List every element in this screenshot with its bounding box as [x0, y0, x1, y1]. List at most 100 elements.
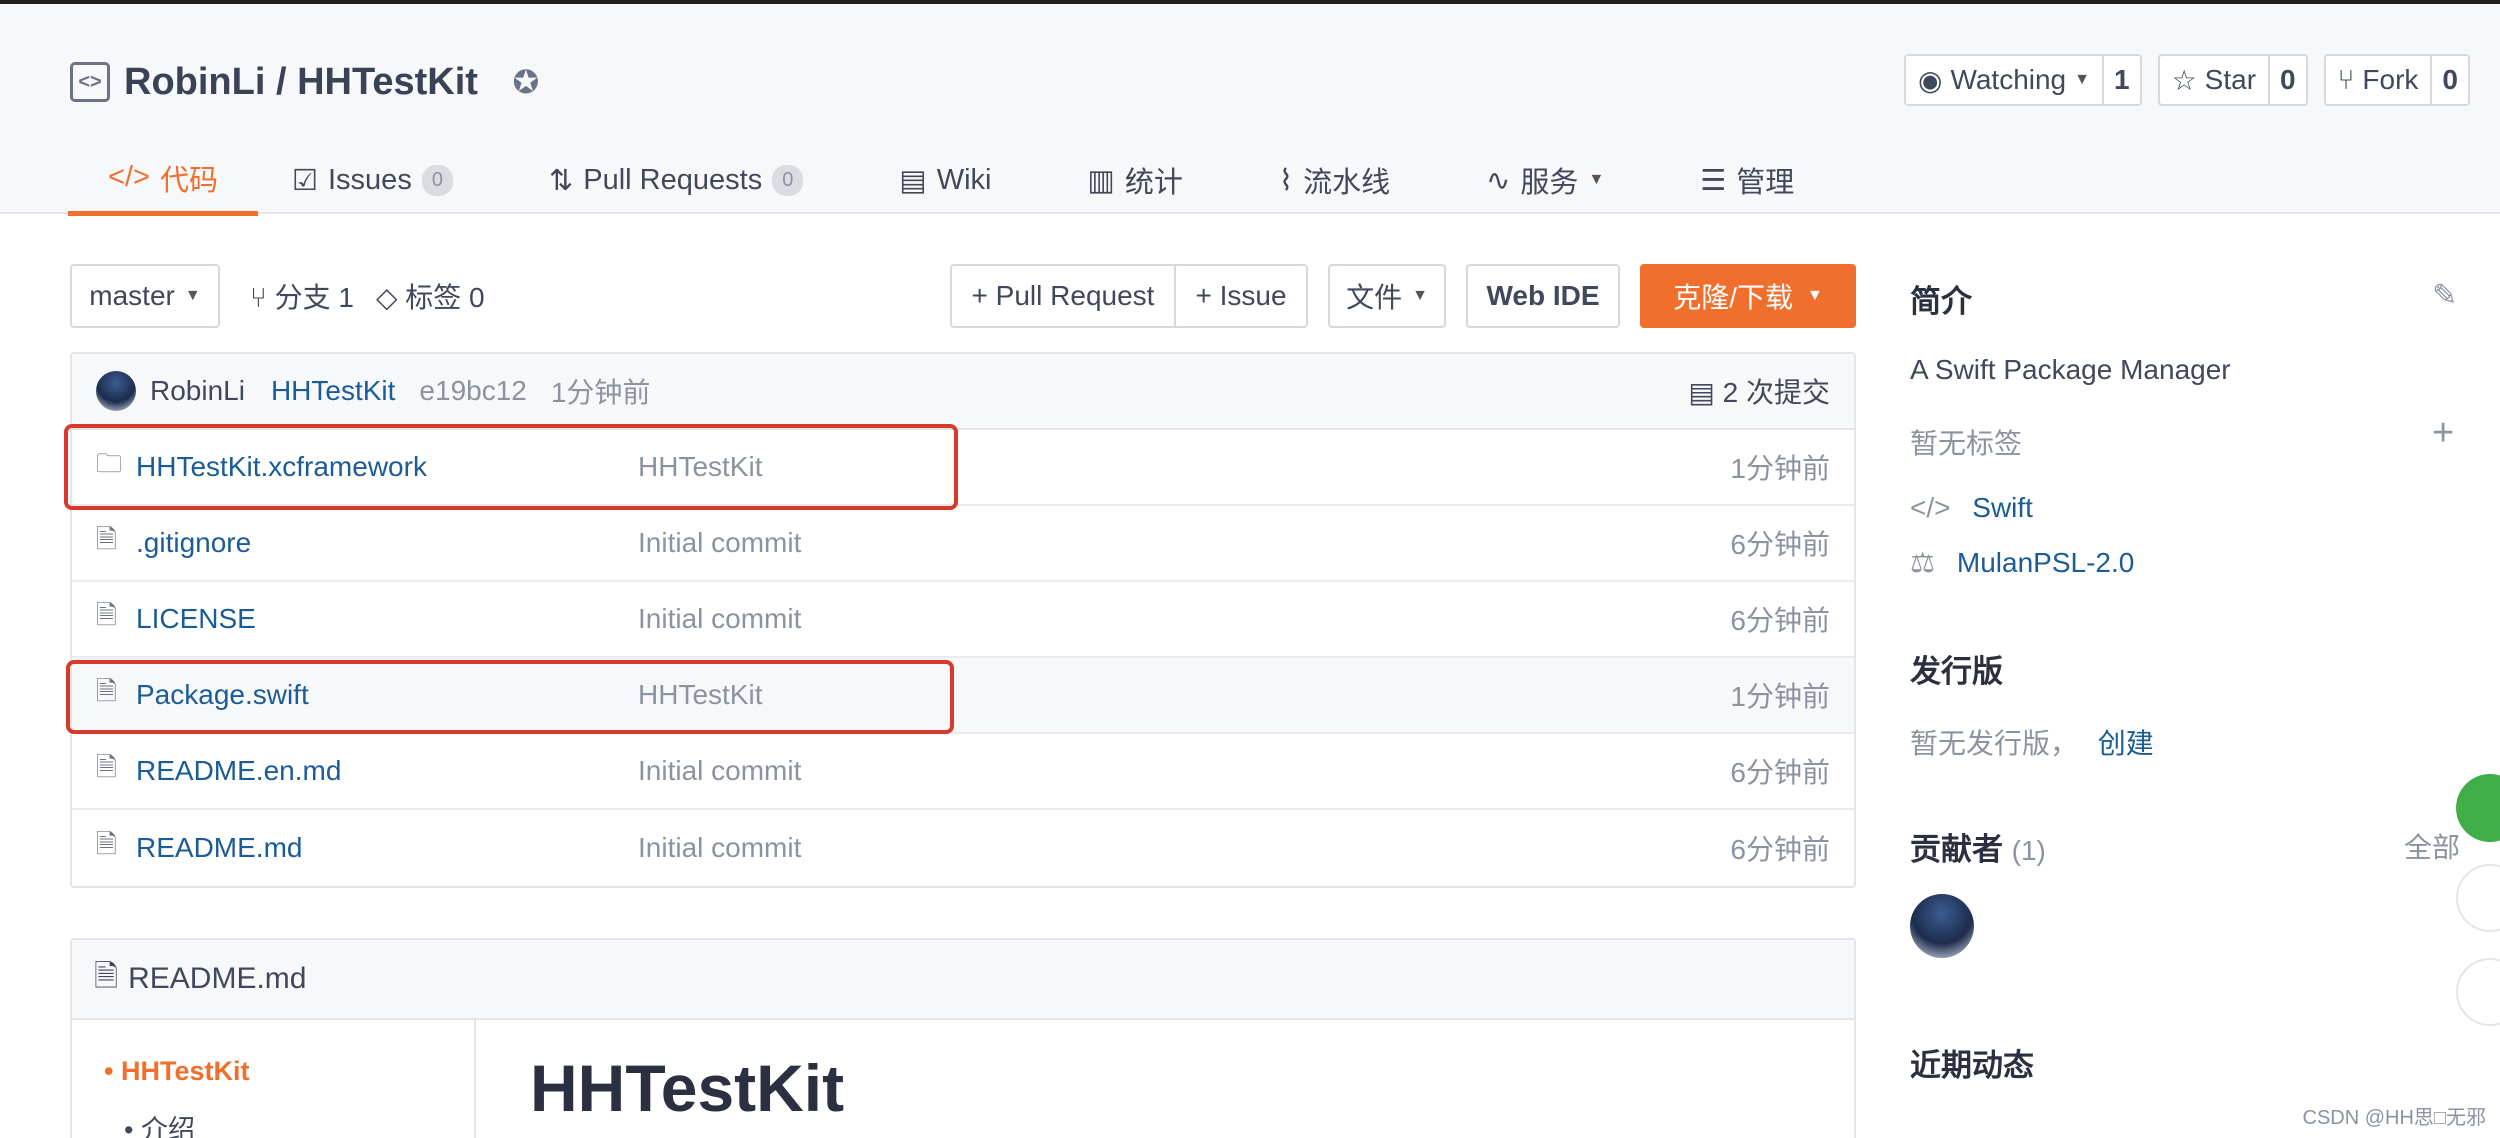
branch-toolbar: master ▼ ⑂ 分支 1 ◇ 标签 0 + Pull Request + I…	[70, 262, 1856, 328]
file-menu-label: 文件	[1346, 282, 1403, 313]
watch-button[interactable]: ◉ Watching ▼ 1	[1904, 54, 2142, 106]
highlight-annotation	[66, 660, 954, 734]
license-link: MulanPSL-2.0	[1956, 547, 2135, 578]
file-time: 6分钟前	[1730, 529, 1830, 560]
tab-pull-requests[interactable]: ⇅ Pull Requests 0	[548, 144, 804, 216]
watch-label: Watching	[1950, 64, 2067, 95]
pipeline-icon: ⌇	[1278, 164, 1294, 197]
edit-icon[interactable]: ✎	[2432, 278, 2457, 313]
issues-icon: ☑	[292, 164, 318, 197]
create-release-link[interactable]: 创建	[2098, 728, 2154, 759]
file-name-link[interactable]: README.md	[136, 832, 302, 864]
commit-message-link[interactable]: HHTestKit	[271, 375, 395, 407]
tab-services[interactable]: ∿ 服务 ▼	[1486, 144, 1604, 216]
latest-commit-bar: RobinLi HHTestKit e19bc12 1分钟前 ▤ 2 次提交	[72, 354, 1854, 430]
file-name-link[interactable]: LICENSE	[136, 603, 256, 635]
toc-item-active[interactable]: • HHTestKit	[104, 1056, 249, 1087]
file-icon: 🗎	[96, 524, 117, 554]
file-menu-button[interactable]: 文件 ▼	[1328, 264, 1446, 328]
all-contributors-link[interactable]: 全部	[2404, 826, 2460, 866]
floating-link-button[interactable]	[2456, 958, 2500, 1026]
repo-name-link[interactable]: HHTestKit	[297, 61, 478, 104]
tab-manage[interactable]: ☰ 管理	[1700, 144, 1794, 216]
fork-count[interactable]: 0	[2430, 56, 2468, 104]
branch-count: 分支 1	[274, 282, 354, 313]
license-item[interactable]: ⚖ MulanPSL-2.0	[1910, 546, 2134, 579]
file-name-link[interactable]: README.en.md	[136, 755, 341, 787]
star-label: Star	[2204, 64, 2257, 95]
readme-header: 🗎 README.md	[72, 940, 1854, 1020]
file-row[interactable]: 🗎 .gitignore Initial commit 6分钟前	[72, 506, 1854, 582]
file-time: 1分钟前	[1730, 681, 1830, 712]
avatar[interactable]	[96, 371, 136, 411]
commit-author[interactable]: RobinLi	[150, 375, 245, 407]
contributors-title: 贡献者 (1)	[1910, 824, 2046, 869]
toc-label: HHTestKit	[120, 1056, 250, 1086]
branch-selector[interactable]: master ▼	[70, 264, 220, 328]
repository-icon: <>	[70, 62, 110, 102]
tab-issues[interactable]: ☑ Issues 0	[292, 144, 453, 216]
chevron-down-icon: ▼	[1412, 287, 1428, 304]
file-row[interactable]: 🗎 LICENSE Initial commit 6分钟前	[72, 582, 1854, 658]
web-ide-button[interactable]: Web IDE	[1466, 264, 1620, 328]
file-icon: 🗎	[96, 752, 117, 782]
toc-item[interactable]: • 介绍	[124, 1108, 195, 1138]
watch-count[interactable]: 1	[2101, 56, 2140, 104]
tag-count: 标签 0	[405, 282, 485, 313]
file-commit-message[interactable]: Initial commit	[638, 832, 801, 864]
star-button[interactable]: ☆ Star 0	[2157, 54, 2308, 106]
repo-owner-link[interactable]: RobinLi	[124, 61, 265, 104]
floating-document-button[interactable]	[2456, 864, 2500, 932]
commit-count-link[interactable]: ▤ 2 次提交	[1688, 371, 1830, 411]
file-icon: 🗎	[96, 829, 117, 859]
tab-wiki[interactable]: ▤ Wiki	[899, 144, 991, 216]
clone-label: 克隆/下载	[1673, 282, 1793, 313]
intro-title: 简介	[1910, 284, 1972, 319]
scale-icon: ⚖	[1910, 547, 1936, 578]
tags-link[interactable]: ◇ 标签 0	[376, 276, 485, 316]
file-icon: 🗎	[94, 959, 119, 993]
new-issue-button[interactable]: + Issue	[1174, 264, 1308, 328]
tab-code[interactable]: </> 代码	[68, 144, 258, 216]
branches-link[interactable]: ⑂ 分支 1	[250, 276, 354, 316]
tag-icon: ◇	[375, 282, 406, 313]
clone-download-button[interactable]: 克隆/下载 ▼	[1640, 264, 1856, 328]
language-item[interactable]: </> Swift	[1910, 492, 2033, 524]
tab-pipeline[interactable]: ⌇ 流水线	[1279, 144, 1390, 216]
file-commit-message[interactable]: Initial commit	[638, 527, 801, 559]
file-name-link[interactable]: .gitignore	[136, 527, 251, 559]
file-icon: 🗎	[96, 600, 117, 630]
repo-separator: /	[265, 60, 298, 103]
new-pull-request-button[interactable]: + Pull Request	[950, 264, 1176, 328]
fork-button[interactable]: ⑂ Fork 0	[2323, 54, 2470, 106]
tab-label: 管理	[1736, 167, 1795, 199]
contributor-avatar[interactable]	[1910, 894, 1974, 958]
tab-stats[interactable]: ▥ 统计	[1088, 144, 1183, 216]
tab-count: 0	[772, 164, 804, 196]
file-commit-message[interactable]: Initial commit	[638, 755, 801, 787]
toc-label: 介绍	[140, 1115, 195, 1138]
file-time: 6分钟前	[1730, 605, 1830, 636]
tab-label: 服务	[1520, 167, 1579, 199]
no-release-text: 暂无发行版，	[1910, 728, 2079, 759]
contributors-label: 贡献者	[1910, 832, 2003, 867]
recommend-badge-icon[interactable]: ✪	[506, 62, 546, 102]
commit-hash[interactable]: e19bc12	[419, 375, 526, 407]
star-count[interactable]: 0	[2268, 56, 2306, 104]
tab-label: Pull Requests	[583, 163, 763, 196]
pull-request-icon: ⇅	[548, 164, 574, 197]
code-icon: </>	[1910, 492, 1951, 523]
floating-action-button[interactable]	[2456, 774, 2500, 842]
wiki-icon: ▤	[899, 164, 927, 197]
tab-label: 统计	[1124, 167, 1183, 199]
file-time: 1分钟前	[1730, 453, 1830, 484]
tab-label: Wiki	[936, 163, 992, 196]
file-row[interactable]: 🗎 README.md Initial commit 6分钟前	[72, 810, 1854, 886]
file-commit-message[interactable]: Initial commit	[638, 603, 801, 635]
file-row[interactable]: 🗎 README.en.md Initial commit 6分钟前	[72, 734, 1854, 810]
chevron-down-icon: ▼	[1806, 287, 1823, 304]
file-time: 6分钟前	[1730, 757, 1830, 788]
manage-icon: ☰	[1700, 164, 1727, 197]
add-tag-icon[interactable]: +	[2432, 412, 2454, 455]
readme-panel: 🗎 README.md • HHTestKit • 介绍 HHTestKit	[70, 938, 1856, 1138]
